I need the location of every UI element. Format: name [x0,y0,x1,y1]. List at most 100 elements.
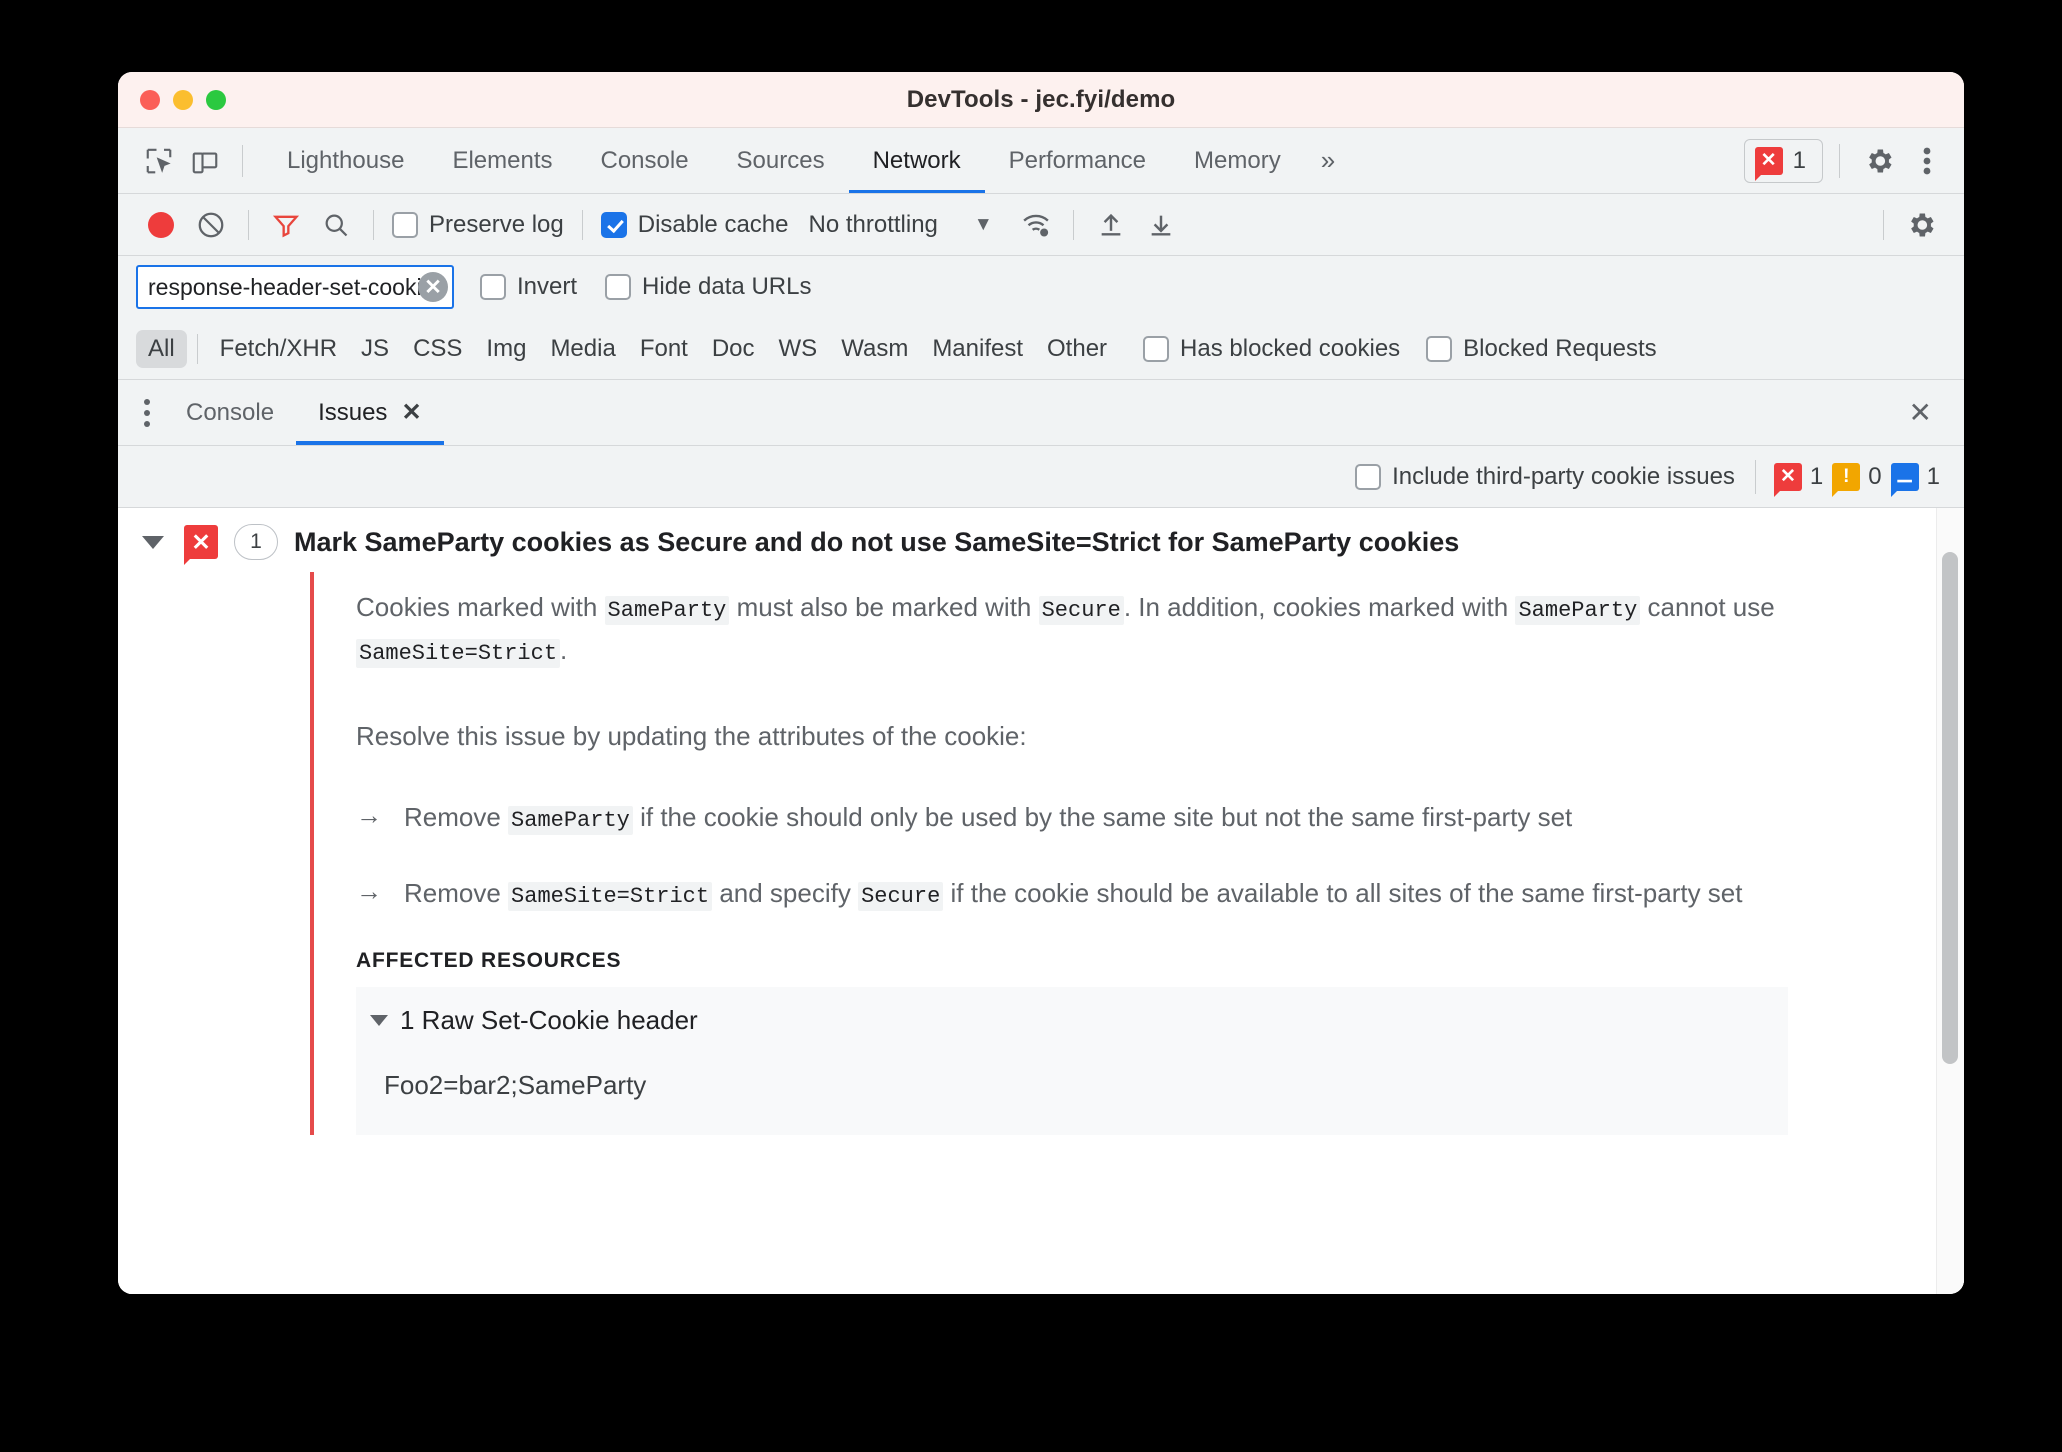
affected-resource-label: 1 Raw Set-Cookie header [400,1004,698,1035]
type-filter-img[interactable]: Img [474,330,538,368]
type-filter-media[interactable]: Media [538,330,627,368]
toolbar-divider-2 [373,209,374,240]
toolbar-divider-5 [1883,209,1884,240]
import-har-icon[interactable] [1086,203,1136,247]
collapse-triangle-icon[interactable] [370,1014,388,1026]
issue-body: Cookies marked with SameParty must also … [310,572,1964,1135]
error-icon: ✕ [1754,146,1783,181]
toolbar-divider-4 [1072,209,1074,240]
preserve-log-label: Preserve log [429,210,564,238]
kebab-menu-icon[interactable] [144,398,164,427]
disable-cache-checkbox[interactable]: Disable cache [600,210,789,239]
gear-icon[interactable] [1856,138,1902,184]
issue-bullet-2: → Remove SameSite=Strict and specify Secu… [356,873,1964,915]
search-icon[interactable] [311,203,361,247]
tab-sources[interactable]: Sources [713,129,849,193]
tab-network[interactable]: Network [849,129,985,193]
drawer-tab-bar: Console Issues ✕ ✕ [118,380,1964,446]
type-filter-wasm[interactable]: Wasm [829,330,920,368]
tab-console[interactable]: Console [576,129,712,193]
include-third-party-label: Include third-party cookie issues [1392,462,1735,490]
tab-elements[interactable]: Elements [428,129,576,193]
issue-paragraph-1: Cookies marked with SameParty must also … [356,586,1964,673]
type-filter-ws[interactable]: WS [767,330,830,368]
p1-text-4: cannot use [1640,592,1775,622]
error-count: 1 [1809,462,1824,490]
drawer-tab-console[interactable]: Console [164,381,296,445]
issue-counts: ✕ 1 ! 0 ⚊ 1 [1773,462,1940,497]
type-divider [196,333,198,364]
issue-bullet-1: → Remove SameParty if the cookie should o… [356,797,1964,839]
more-tabs-icon[interactable]: » [1305,145,1351,176]
warning-count-group: ! 0 [1832,462,1882,497]
drawer-tab-issues[interactable]: Issues ✕ [296,381,443,445]
device-toolbar-icon[interactable] [182,138,228,184]
issues-toolbar: Include third-party cookie issues ✕ 1 ! … [118,446,1964,508]
preserve-log-checkbox[interactable]: Preserve log [392,211,564,239]
export-har-icon[interactable] [1136,203,1186,247]
affected-resource-row[interactable]: 1 Raw Set-Cookie header [356,1005,1788,1036]
tab-lighthouse[interactable]: Lighthouse [263,129,428,193]
include-third-party-box[interactable] [1355,463,1382,490]
type-filter-js[interactable]: JS [349,330,401,368]
traffic-lights [118,89,226,110]
resource-type-filters: All Fetch/XHR JS CSS Img Media Font Doc … [118,318,1964,380]
type-filter-fetch-xhr[interactable]: Fetch/XHR [208,330,349,368]
invert-checkbox[interactable]: Invert [480,273,577,301]
tab-bar-actions: ✕ 1 [1743,138,1950,184]
toolbar-divider-3 [581,209,583,240]
drawer-tab-console-label: Console [186,398,275,426]
close-icon[interactable]: ✕ [401,381,421,445]
tab-performance[interactable]: Performance [985,129,1170,193]
clear-input-icon[interactable]: ✕ [418,272,448,302]
issue-header-row[interactable]: ✕ 1 Mark SameParty cookies as Secure and… [118,508,1964,572]
affected-resources-label: AFFECTED RESOURCES [356,948,622,972]
collapse-triangle-icon[interactable] [142,535,164,549]
gear-icon[interactable] [1896,203,1946,247]
type-filter-all[interactable]: All [136,329,187,368]
kebab-menu-icon[interactable] [1904,138,1950,184]
filter-icon[interactable] [261,203,311,247]
blocked-requests-box[interactable] [1426,335,1453,362]
has-blocked-cookies-checkbox[interactable]: Has blocked cookies [1143,335,1400,363]
include-third-party-checkbox[interactable]: Include third-party cookie issues [1355,463,1735,491]
type-filter-other[interactable]: Other [1035,330,1119,368]
hide-data-urls-checkbox[interactable]: Hide data URLs [605,273,811,301]
type-filter-font[interactable]: Font [628,330,700,368]
b2-text-1: Remove [404,878,509,909]
disable-cache-label: Disable cache [637,210,789,238]
has-blocked-cookies-box[interactable] [1143,335,1170,362]
throttling-select-value[interactable]: No throttling [808,211,937,239]
minimize-window-button[interactable] [173,89,193,110]
blocked-requests-checkbox[interactable]: Blocked Requests [1426,335,1657,363]
disable-cache-box[interactable] [600,211,627,238]
filter-row: response-header-set-cooki ✕ Invert Hide … [118,256,1964,318]
warning-icon: ! [1832,462,1861,497]
affected-resources-box: 1 Raw Set-Cookie header Foo2=bar2;SamePa… [356,986,1788,1135]
type-filter-manifest[interactable]: Manifest [920,330,1035,368]
close-window-button[interactable] [140,89,160,110]
preserve-log-box[interactable] [392,211,418,238]
filter-input[interactable]: response-header-set-cooki ✕ [136,265,454,309]
invert-box[interactable] [480,274,506,300]
inspect-element-icon[interactable] [136,138,182,184]
hide-data-urls-box[interactable] [605,274,632,300]
tab-bar-divider [242,144,243,177]
hide-data-urls-label: Hide data URLs [642,273,812,300]
maximize-window-button[interactable] [206,89,226,110]
clear-icon[interactable] [186,203,236,247]
tab-memory[interactable]: Memory [1170,129,1305,193]
code-secure-1: Secure [1038,596,1124,625]
p1-text-5: . [560,635,568,666]
type-filter-css[interactable]: CSS [401,330,474,368]
filter-input-value: response-header-set-cooki [148,273,422,300]
chevron-down-icon[interactable]: ▼ [974,214,993,236]
type-filter-doc[interactable]: Doc [700,330,767,368]
info-count: 1 [1926,462,1940,490]
b2-text-2: and specify [712,878,859,909]
code-sameparty-1: SameParty [604,596,730,625]
error-count-pill[interactable]: ✕ 1 [1743,138,1823,183]
wifi-settings-icon[interactable] [1011,203,1061,247]
record-icon[interactable] [136,203,186,247]
close-drawer-icon[interactable]: ✕ [1899,396,1942,429]
